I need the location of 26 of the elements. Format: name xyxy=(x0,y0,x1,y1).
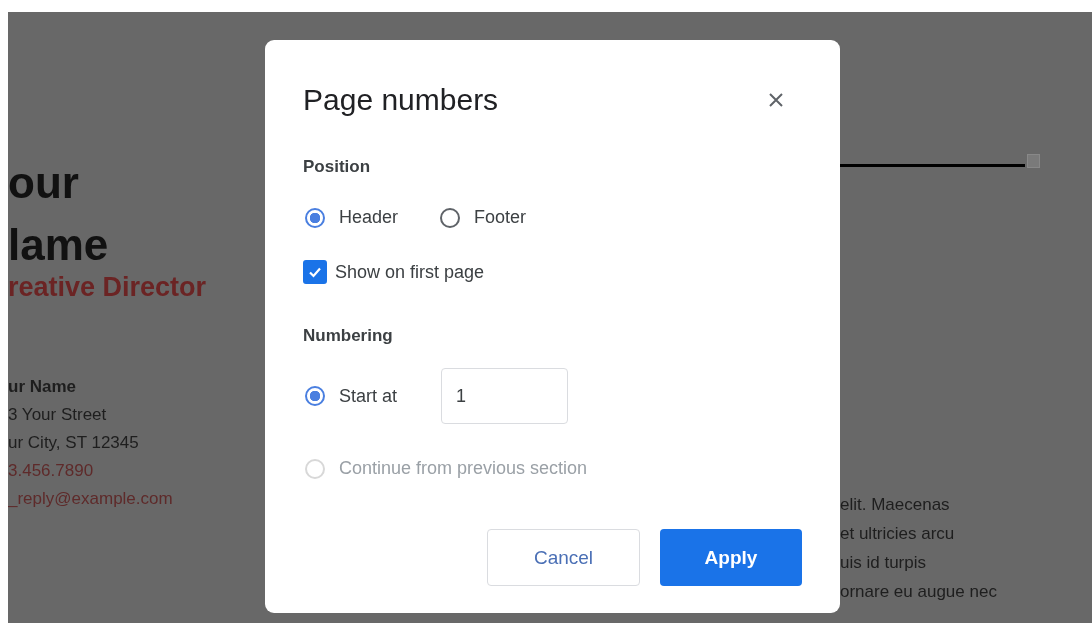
contact-line: ur City, ST 12345 xyxy=(8,432,139,454)
contact-line: 3 Your Street xyxy=(8,404,107,426)
document-heading: lame xyxy=(8,219,109,271)
option-label[interactable]: Footer xyxy=(474,207,527,228)
body-text-line: ornare eu augue nec xyxy=(840,581,998,603)
dialog-title: Page numbers xyxy=(303,83,499,117)
body-text-line: elit. Maecenas xyxy=(840,494,951,516)
section-heading: Position xyxy=(303,157,372,177)
apply-button[interactable]: Apply xyxy=(660,529,802,586)
document-heading: our xyxy=(8,157,79,209)
checkbox[interactable] xyxy=(303,260,327,284)
option-label[interactable]: Header xyxy=(339,207,399,228)
cancel-button[interactable]: Cancel xyxy=(487,529,640,586)
handle-icon[interactable] xyxy=(1027,154,1040,168)
radio-button[interactable] xyxy=(305,386,325,406)
body-text-line: uis id turpis xyxy=(840,552,927,574)
document-subtitle: reative Director xyxy=(8,272,207,303)
option-label[interactable]: Start at xyxy=(339,385,398,407)
option-label: Continue from previous section xyxy=(339,458,588,479)
checkbox-label[interactable]: Show on first page xyxy=(335,261,485,283)
body-text-line: et ultricies arcu xyxy=(840,523,956,545)
radio-button[interactable] xyxy=(440,207,461,228)
section-heading: Numbering xyxy=(303,326,394,346)
start-number-field[interactable]: 1 xyxy=(441,368,569,424)
radio-button[interactable] xyxy=(305,207,325,228)
contact-name: ur Name xyxy=(8,376,77,398)
